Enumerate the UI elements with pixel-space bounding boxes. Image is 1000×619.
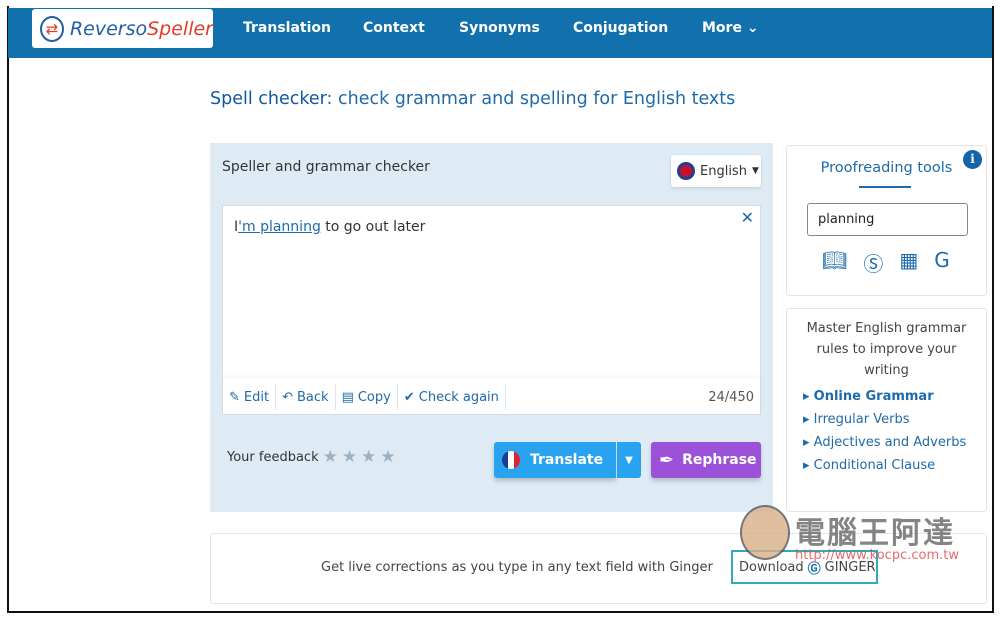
proofreading-tools-panel: Proofreading tools i 📖︎ Ⓢ ▦ G (786, 145, 987, 296)
kocpc-watermark: 電腦王阿達 http://www.kocpc.com.tw (735, 500, 975, 570)
nav-more[interactable]: More ⌄ (702, 20, 759, 36)
link-label: Online Grammar (813, 389, 934, 404)
reverso-logo-icon: ⇄ (40, 15, 64, 42)
pencil-icon: ✎ (229, 389, 240, 405)
chevron-down-icon: ⌄ (746, 20, 759, 36)
rephrase-button[interactable]: ✒ Rephrase (651, 442, 761, 478)
french-flag-icon (502, 451, 520, 469)
translate-button[interactable]: Translate (494, 442, 616, 478)
star-icon[interactable]: ★ (380, 447, 395, 467)
checker-panel: Speller and grammar checker English ▼ I'm… (210, 143, 773, 512)
mascot-face-icon (740, 505, 790, 560)
dictionary-icon[interactable]: 📖︎ (822, 248, 847, 277)
text-toolbar: ✎ Edit ↶ Back ▤ Copy ✔ Check again 24/450 (223, 378, 760, 416)
feedback-rating: Your feedback ★ ★ ★ ★ (227, 447, 396, 467)
nav-context[interactable]: Context (363, 20, 425, 36)
language-select[interactable]: English ▼ (671, 155, 761, 187)
language-label: English (700, 163, 747, 179)
title-underline (859, 186, 911, 188)
checker-heading: Speller and grammar checker (222, 159, 430, 175)
logo-text-speller: Speller (147, 17, 213, 40)
star-icon[interactable]: ★ (361, 447, 376, 467)
word-search-input[interactable] (807, 203, 968, 236)
check-again-label: Check again (418, 389, 499, 405)
title-bold: Spell checker (210, 89, 327, 109)
page-title: Spell checker: check grammar and spellin… (210, 89, 735, 109)
link-label: Adjectives and Adverbs (813, 435, 967, 450)
text-input[interactable]: I'm planning to go out later ✕ ✎ Edit ↶ Ba… (222, 205, 761, 415)
link-label: Conditional Clause (813, 458, 936, 473)
promo-text: Get live corrections as you type in any … (321, 560, 713, 575)
translate-label: Translate (530, 452, 604, 468)
feedback-label: Your feedback (227, 449, 319, 465)
title-rest: : check grammar and spelling for English… (326, 89, 736, 109)
copy-icon: ▤ (341, 389, 354, 405)
caret-down-icon: ▼ (625, 454, 633, 466)
grammar-check-icon[interactable]: G (934, 248, 950, 277)
quill-icon: ✒ (659, 449, 675, 471)
nav-translation[interactable]: Translation (243, 20, 331, 36)
nav-conjugation[interactable]: Conjugation (573, 20, 668, 36)
back-label: Back (297, 389, 329, 405)
edit-label: Edit (243, 389, 270, 405)
link-irregular-verbs[interactable]: ▸ Irregular Verbs (803, 412, 986, 427)
link-label: Irregular Verbs (813, 412, 910, 427)
text-rest: to go out later (320, 219, 426, 235)
grammar-intro: Master English grammar rules to improve … (806, 321, 967, 378)
watermark-url: http://www.kocpc.com.tw (795, 548, 959, 563)
grammar-panel: Master English grammar rules to improve … (786, 308, 987, 512)
copy-button[interactable]: ▤ Copy (336, 384, 398, 410)
nav-synonyms[interactable]: Synonyms (459, 20, 540, 36)
logo-text-reverso: Reverso (69, 17, 148, 40)
link-conditional-clause[interactable]: ▸ Conditional Clause (803, 458, 986, 473)
star-icon[interactable]: ★ (323, 447, 338, 467)
uk-flag-icon (677, 162, 695, 180)
check-again-button[interactable]: ✔ Check again (398, 384, 506, 410)
nav-more-label: More (702, 20, 742, 36)
char-count: 24/450 (708, 389, 754, 405)
rephrase-label: Rephrase (682, 452, 757, 468)
copy-label: Copy (357, 389, 391, 405)
reverso-speller-logo[interactable]: ⇄ ReversoSpeller (32, 9, 213, 48)
correction-link[interactable]: 'm planning (238, 219, 321, 235)
link-online-grammar[interactable]: ▸ Online Grammar (803, 389, 986, 404)
info-icon[interactable]: i (963, 150, 982, 169)
star-icon[interactable]: ★ (342, 447, 357, 467)
link-adjectives-adverbs[interactable]: ▸ Adjectives and Adverbs (803, 435, 986, 450)
double-check-icon: ✔ (403, 389, 415, 405)
undo-icon: ↶ (282, 389, 293, 405)
watermark-text: 電腦王阿達 (795, 516, 955, 551)
checked-text: I'm planning to go out later (234, 219, 425, 235)
caret-down-icon: ▼ (751, 166, 759, 176)
edit-button[interactable]: ✎ Edit (223, 384, 277, 410)
clear-icon[interactable]: ✕ (741, 208, 754, 227)
back-button[interactable]: ↶ Back (276, 384, 336, 410)
translate-language-dropdown[interactable]: ▼ (617, 442, 641, 478)
top-nav: ⇄ ReversoSpeller Translation Context Syno… (8, 8, 992, 58)
proofreading-title: Proofreading tools (820, 160, 953, 176)
synonyms-icon[interactable]: Ⓢ (863, 248, 883, 277)
conjugation-table-icon[interactable]: ▦ (899, 248, 918, 277)
